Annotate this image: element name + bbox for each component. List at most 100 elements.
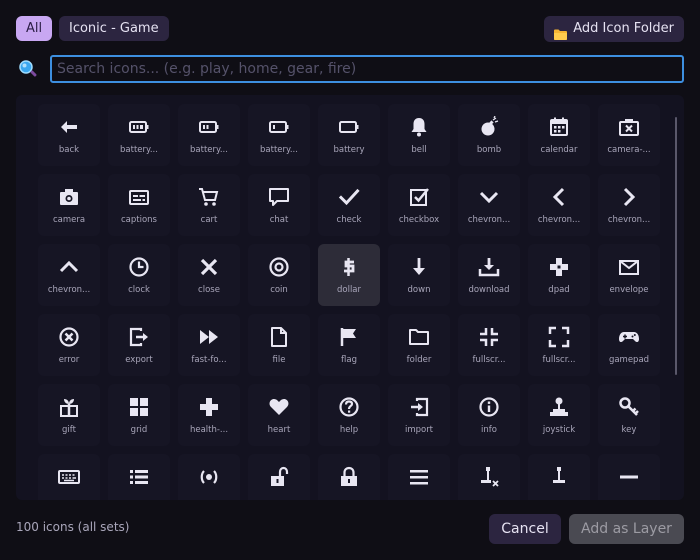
add-icon-folder-label: Add Icon Folder [573,21,674,36]
search-input[interactable] [50,55,684,83]
add-icon-folder-button[interactable]: Add Icon Folder [544,16,684,42]
icon-tile-help[interactable]: help [318,384,380,446]
icon-tile-dpad[interactable]: dpad [528,244,590,306]
key-icon [598,396,660,418]
icon-tile-chat[interactable]: chat [248,174,310,236]
icon-tile-down[interactable]: down [388,244,450,306]
calendar-icon [528,116,590,138]
icon-tile-heart[interactable]: heart [248,384,310,446]
export-icon [108,326,170,348]
icon-tile-close[interactable]: close [178,244,240,306]
icon-tile-bomb[interactable]: bomb [458,104,520,166]
keyboard-icon [38,466,100,488]
icon-tile-lock-open[interactable] [248,454,310,500]
info-icon [458,396,520,418]
icon-tile-chevron-down[interactable]: chevron... [458,174,520,236]
icon-tile-download[interactable]: download [458,244,520,306]
icon-label: fullscr... [542,355,576,365]
icon-label: bomb [476,145,502,155]
icon-label: download [468,285,510,295]
icon-tile-folder[interactable]: folder [388,314,450,376]
download-icon [458,256,520,278]
scrollbar[interactable] [675,117,677,375]
icon-label: joystick [542,425,576,435]
icon-tile-envelope[interactable]: envelope [598,244,660,306]
icon-label: envelope [609,285,649,295]
icon-label: cart [200,215,218,225]
icon-tile-fast-forward[interactable]: fast-fo... [178,314,240,376]
icon-tile-gift[interactable]: gift [38,384,100,446]
icon-tile-back[interactable]: back [38,104,100,166]
icon-tile-chevron-left[interactable]: chevron... [528,174,590,236]
icon-tile-battery[interactable]: battery [318,104,380,166]
clock-icon [108,256,170,278]
chat-icon [248,186,310,208]
icon-tile-captions[interactable]: captions [108,174,170,236]
icon-tile-import[interactable]: import [388,384,450,446]
icon-tile-battery-half[interactable]: battery... [178,104,240,166]
filter-iconic-game-chip[interactable]: Iconic - Game [59,16,169,41]
list-icon [108,466,170,488]
fullscreen-exit-icon [458,326,520,348]
icon-tile-error[interactable]: error [38,314,100,376]
icon-tile-gamepad[interactable]: gamepad [598,314,660,376]
icon-label: clock [128,285,150,295]
icon-tile-fullscreen-exit[interactable]: fullscr... [458,314,520,376]
icon-tile-keyboard[interactable] [38,454,100,500]
icon-tile-clock[interactable]: clock [108,244,170,306]
add-as-layer-button[interactable]: Add as Layer [569,514,684,544]
icon-tile-file[interactable]: file [248,314,310,376]
cancel-button[interactable]: Cancel [489,514,561,544]
icon-tile-dollar[interactable]: dollar [318,244,380,306]
icon-tile-joystick[interactable]: joystick [528,384,590,446]
minus-icon [598,466,660,488]
icon-label: battery [333,145,365,155]
icon-label: chevron... [607,215,651,225]
icon-label: grid [130,425,148,435]
icon-tile-key[interactable]: key [598,384,660,446]
icon-label: calendar [540,145,578,155]
icon-tile-checkbox[interactable]: checkbox [388,174,450,236]
icon-tile-fullscreen[interactable]: fullscr... [528,314,590,376]
icon-label: export [125,355,153,365]
flag-icon [318,326,380,348]
icon-tile-menu[interactable] [388,454,450,500]
icon-tile-chevron-right[interactable]: chevron... [598,174,660,236]
icon-tile-cart[interactable]: cart [178,174,240,236]
icon-tile-grid[interactable]: grid [108,384,170,446]
icon-tile-flag[interactable]: flag [318,314,380,376]
icon-label: folder [406,355,432,365]
lever-icon [528,466,590,488]
icon-tile-lock[interactable] [318,454,380,500]
icon-tile-list[interactable] [108,454,170,500]
camera-x-icon [598,116,660,138]
help-icon [318,396,380,418]
icon-tile-minus[interactable] [598,454,660,500]
icon-tile-chevron-up[interactable]: chevron... [38,244,100,306]
icon-tile-battery-low[interactable]: battery... [248,104,310,166]
icon-tile-info[interactable]: info [458,384,520,446]
icon-tile-calendar[interactable]: calendar [528,104,590,166]
camera-icon [38,186,100,208]
icon-label: health-... [189,425,229,435]
icon-label: battery... [190,145,228,155]
gamepad-icon [598,326,660,348]
icon-tile-camera[interactable]: camera [38,174,100,236]
icon-tile-battery-full[interactable]: battery... [108,104,170,166]
icon-label: coin [270,285,288,295]
check-icon [318,186,380,208]
icon-tile-bell[interactable]: bell [388,104,450,166]
icon-tile-lever[interactable] [528,454,590,500]
icon-label: checkbox [398,215,440,225]
icon-tile-check[interactable]: check [318,174,380,236]
icon-tile-health[interactable]: health-... [178,384,240,446]
icon-label: dpad [548,285,570,295]
icon-tile-coin[interactable]: coin [248,244,310,306]
filter-all-chip[interactable]: All [16,16,53,41]
icon-tile-camera-x[interactable]: camera-... [598,104,660,166]
icon-label: help [339,425,359,435]
icon-tile-lever-x[interactable] [458,454,520,500]
icon-tile-export[interactable]: export [108,314,170,376]
icon-tile-live[interactable] [178,454,240,500]
icon-label: down [407,285,431,295]
